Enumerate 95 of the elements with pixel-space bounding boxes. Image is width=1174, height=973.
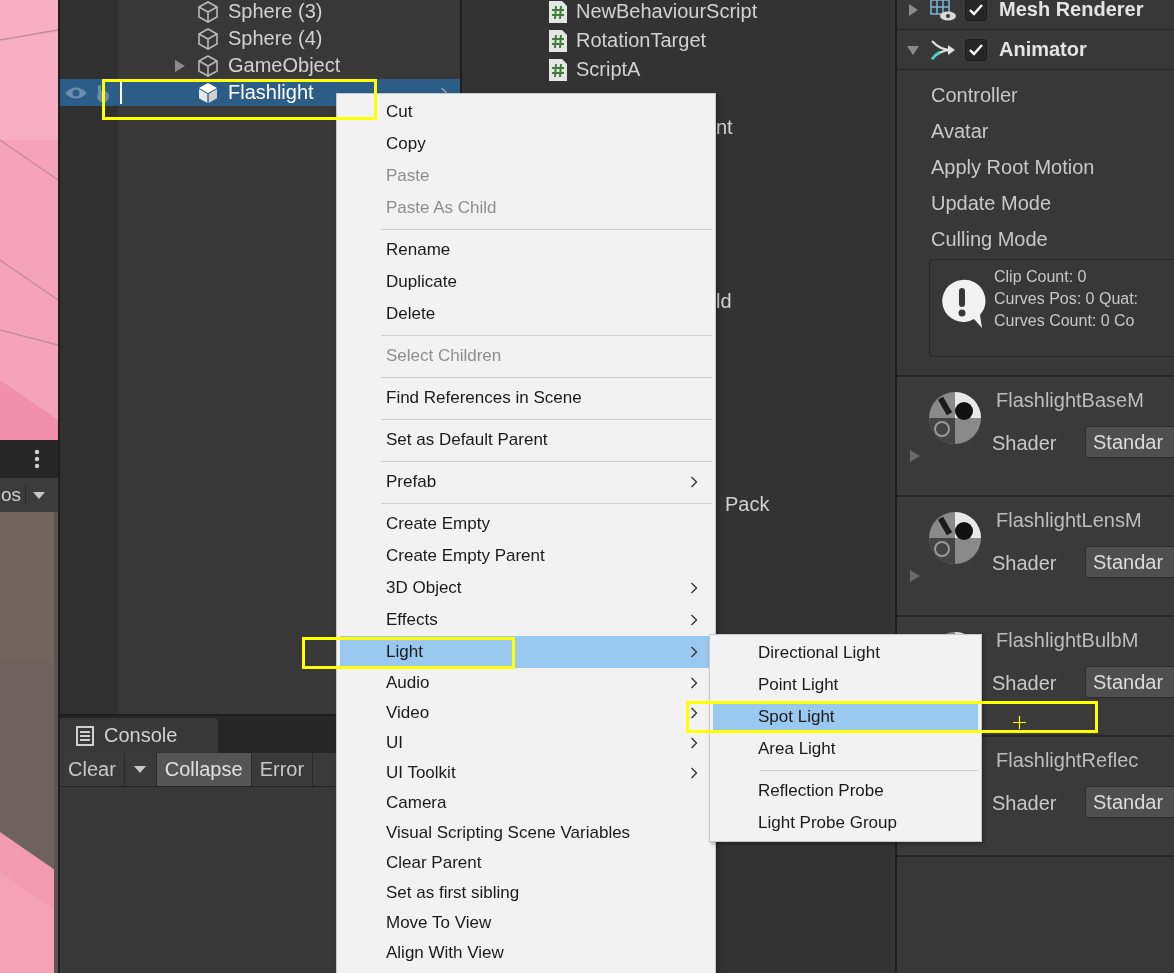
menu-item[interactable]: Move To View [340, 908, 712, 938]
cube-icon [196, 26, 220, 51]
material-name: FlashlightLensM [996, 508, 1142, 533]
info-text: Clip Count: 0 [994, 267, 1088, 287]
menu-item[interactable]: Duplicate [340, 266, 712, 298]
info-text: Curves Count: 0 Co [994, 311, 1136, 331]
material-name: FlashlightReflec [996, 748, 1139, 773]
info-text: Curves Pos: 0 Quat: [994, 289, 1139, 309]
field-label: Controller [930, 83, 1019, 108]
menu-item[interactable]: Find References in Scene [340, 382, 712, 414]
menu-item[interactable]: Create Empty [340, 508, 712, 540]
field-label: Shader [992, 671, 1057, 696]
menu-item[interactable]: Set as first sibling [340, 878, 712, 908]
menu-item[interactable]: Copy [340, 128, 712, 160]
file-name[interactable]: Pack [725, 490, 770, 519]
material-name: FlashlightBulbM [996, 628, 1139, 653]
toggle-button[interactable]: Error [251, 753, 314, 786]
field-label: Apply Root Motion [930, 155, 1096, 180]
script-icon [548, 57, 568, 82]
chevron-icon [690, 614, 698, 626]
menu-item[interactable]: Video [340, 698, 712, 728]
chevron-icon [690, 677, 698, 689]
caret-icon[interactable] [32, 490, 47, 500]
file-name[interactable]: RotationTarget [576, 29, 707, 52]
expand-arrow-icon[interactable] [174, 58, 186, 73]
menu-item[interactable]: UI Toolkit [340, 758, 712, 788]
chevron-icon [690, 737, 698, 749]
hierarchy-row[interactable]: Sphere (3) [60, 0, 460, 25]
menu-item[interactable]: Prefab [340, 466, 712, 498]
sphere-preview-icon [928, 511, 982, 565]
component-header[interactable]: Animator [897, 30, 1174, 70]
menu-item[interactable]: Delete [340, 298, 712, 330]
shader-dropdown[interactable]: Standar [1085, 666, 1174, 698]
menu-item[interactable]: Clear Parent [340, 848, 712, 878]
hierarchy-row[interactable]: Sphere (4) [60, 25, 460, 52]
chevron-icon [690, 707, 698, 719]
menu-item[interactable]: Light Probe Group [713, 807, 978, 839]
cube-icon [196, 53, 220, 78]
field-label: Update Mode [930, 191, 1053, 216]
collapsed-arrow-icon[interactable] [907, 3, 919, 16]
menu-item[interactable]: Create Empty Parent [340, 540, 712, 572]
component-header[interactable]: Mesh Renderer [897, 0, 1174, 30]
menu-item[interactable]: Camera [340, 788, 712, 818]
toggle-button[interactable]: Collapse [156, 753, 252, 786]
cube-icon [196, 0, 220, 24]
menu-item[interactable]: Rename [340, 234, 712, 266]
caret-icon [133, 765, 148, 774]
enabled-checkbox[interactable] [965, 0, 987, 21]
file-name[interactable]: NewBehaviourScript [576, 0, 758, 23]
enabled-checkbox[interactable] [965, 38, 987, 61]
menu-item[interactable]: UI [340, 728, 712, 758]
object-name: Sphere (4) [228, 27, 323, 50]
chevron-icon [690, 767, 698, 779]
script-icon [548, 28, 568, 53]
menu-item[interactable]: Area Light [713, 733, 978, 765]
hand-icon[interactable] [94, 82, 112, 103]
console-tab[interactable]: Console [60, 718, 218, 753]
cube-icon [196, 80, 220, 105]
object-name: Flashlight [228, 81, 314, 104]
object-name: GameObject [228, 54, 341, 77]
chevron-icon [690, 476, 698, 488]
chevron-icon [690, 582, 698, 594]
more-options-icon[interactable] [34, 449, 40, 469]
file-name[interactable]: ld [716, 287, 732, 316]
menu-item[interactable]: Set as Default Parent [340, 424, 712, 456]
field-label: Shader [992, 791, 1057, 816]
menu-item[interactable]: Visual Scripting Scene Variables [340, 818, 712, 848]
clear-button[interactable]: Clear [60, 753, 125, 786]
list-icon [76, 725, 94, 746]
text-cursor [120, 81, 122, 104]
crosshair-icon [1013, 716, 1026, 729]
field-label: Shader [992, 431, 1057, 456]
chevron-icon [690, 646, 698, 658]
menu-item[interactable]: Light [340, 636, 712, 668]
hierarchy-row[interactable]: GameObject [60, 52, 460, 79]
expanded-arrow-icon[interactable] [907, 43, 919, 56]
material-name: FlashlightBaseM [996, 388, 1144, 413]
object-name: Sphere (3) [228, 0, 323, 23]
field-label: Shader [992, 551, 1057, 576]
script-icon [548, 0, 568, 24]
file-name[interactable]: ScriptA [576, 58, 641, 81]
field-label: Culling Mode [930, 227, 1049, 252]
menu-item[interactable]: Directional Light [713, 637, 978, 669]
menu-item[interactable]: Effects [340, 604, 712, 636]
sphere-preview-icon [928, 391, 982, 445]
menu-item[interactable]: 3D Object [340, 572, 712, 604]
menu-item[interactable]: Point Light [713, 669, 978, 701]
file-name[interactable]: nt [716, 113, 733, 142]
menu-item[interactable]: Reflection Probe [713, 775, 978, 807]
shader-dropdown[interactable]: Standar [1085, 786, 1174, 818]
menu-item[interactable]: Audio [340, 668, 712, 698]
menu-item[interactable]: Align With View [340, 938, 712, 968]
field-label: Avatar [930, 119, 990, 144]
shader-dropdown[interactable]: Standar [1085, 546, 1174, 578]
shader-dropdown[interactable]: Standar [1085, 426, 1174, 458]
